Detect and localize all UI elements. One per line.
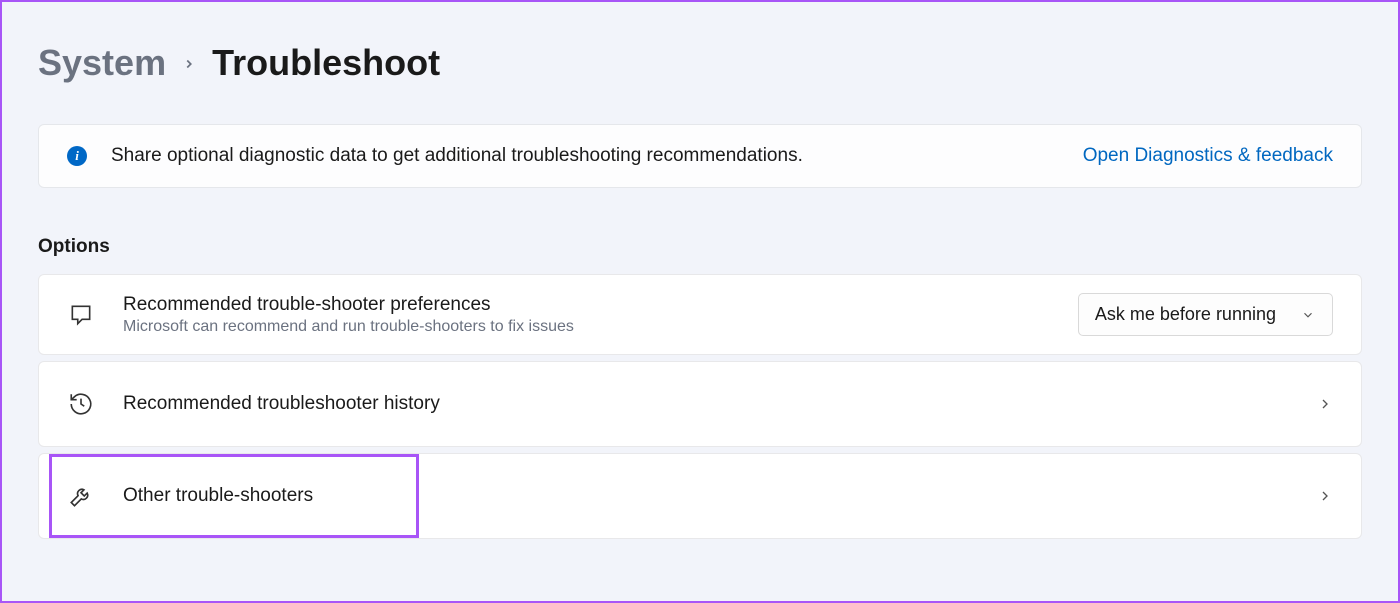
other-title: Other trouble-shooters [123,485,1317,507]
wrench-icon [67,482,95,510]
chevron-down-icon [1300,307,1316,323]
other-troubleshooters-row[interactable]: Other trouble-shooters [38,453,1362,539]
chevron-right-icon [1317,396,1333,412]
chat-icon [67,301,95,329]
diagnostics-banner: Share optional diagnostic data to get ad… [38,124,1362,188]
breadcrumb: System Troubleshoot [38,42,1362,84]
breadcrumb-parent[interactable]: System [38,42,166,84]
chevron-right-icon [182,54,196,77]
recommended-prefs-dropdown[interactable]: Ask me before running [1078,293,1333,336]
options-section-title: Options [38,236,1362,258]
history-icon [67,390,95,418]
open-diagnostics-link[interactable]: Open Diagnostics & feedback [1083,145,1333,167]
banner-text: Share optional diagnostic data to get ad… [111,145,1083,167]
recommended-preferences-row: Recommended trouble-shooter preferences … [38,274,1362,355]
info-icon [67,146,87,166]
history-title: Recommended troubleshooter history [123,393,1317,415]
chevron-right-icon [1317,488,1333,504]
page-title: Troubleshoot [212,42,440,84]
dropdown-value: Ask me before running [1095,304,1276,325]
recommended-prefs-title: Recommended trouble-shooter preferences [123,294,1078,316]
troubleshooter-history-row[interactable]: Recommended troubleshooter history [38,361,1362,447]
recommended-prefs-subtitle: Microsoft can recommend and run trouble-… [123,318,1078,336]
